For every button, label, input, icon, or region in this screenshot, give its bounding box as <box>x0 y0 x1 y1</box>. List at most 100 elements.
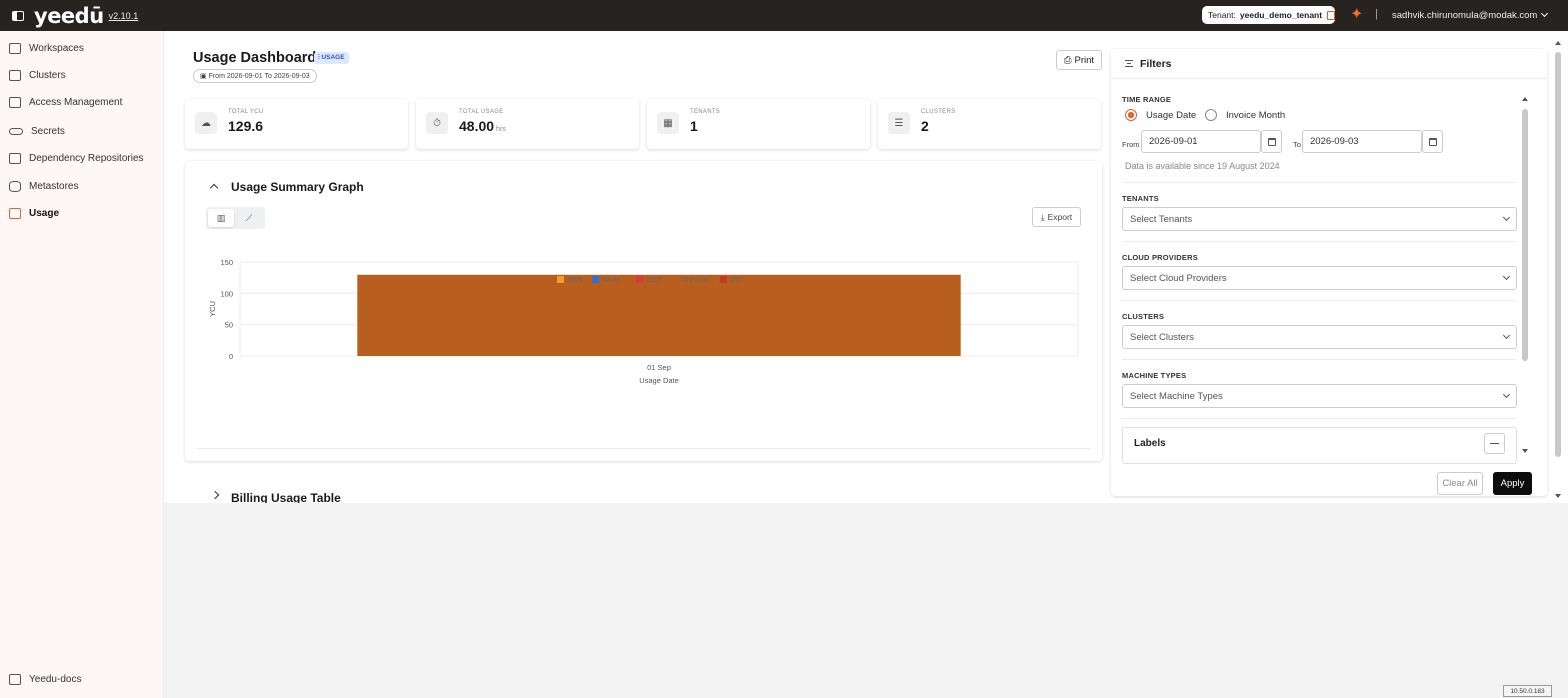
divider <box>1122 241 1516 242</box>
tenant-selector[interactable]: Tenant: yeedu_demo_tenant <box>1202 6 1335 24</box>
radio-invoice-month[interactable] <box>1205 109 1217 121</box>
app-logo[interactable]: yeedū <box>34 4 104 28</box>
usage-bar-chart: 0 50 100 150 YCU 01 Sep Usage Date AWS Azure GCP O… <box>208 258 1079 385</box>
list-icon: ☰ <box>888 112 910 134</box>
machine-types-placeholder: Select Machine Types <box>1130 390 1223 402</box>
filters-header: Filters <box>1111 49 1547 79</box>
external-link-icon[interactable] <box>1327 10 1335 20</box>
to-calendar-button[interactable] <box>1422 130 1443 153</box>
cloud-providers-select[interactable]: Select Cloud Providers <box>1122 266 1517 290</box>
scroll-thumb[interactable] <box>1522 109 1528 361</box>
chevron-down-icon <box>1502 331 1511 340</box>
sidebar-item-dependency-repositories[interactable]: Dependency Repositories <box>9 153 144 164</box>
main-scrollbar[interactable] <box>1554 39 1562 499</box>
from-date-input[interactable]: 2026-09-01 <box>1141 130 1261 153</box>
sidebar-toggle-icon[interactable] <box>12 10 24 21</box>
usage-badge: ⫶ USAGE <box>314 52 349 64</box>
divider <box>1122 182 1516 183</box>
legend-swatch-gcp <box>636 276 644 283</box>
stat-value: 2 <box>921 118 929 134</box>
sidebar-item-label: Yeedu-docs <box>29 674 82 685</box>
radio-usage-date[interactable] <box>1125 109 1137 121</box>
print-button[interactable]: ⎙ Print <box>1056 50 1102 70</box>
stat-label: TOTAL YCU <box>228 109 264 115</box>
to-label: To <box>1293 140 1301 149</box>
stat-card-tenants: ▦ TENANTS 1 <box>647 99 870 149</box>
time-range-label: TIME RANGE <box>1122 95 1172 104</box>
sidebar-item-label: Access Management <box>29 97 123 108</box>
billing-usage-table-panel[interactable]: Billing Usage Table <box>185 483 1102 503</box>
clusters-label: CLUSTERS <box>1122 312 1165 321</box>
print-label: Print <box>1074 54 1095 66</box>
legend-label-aws: AWS <box>567 277 583 284</box>
to-date-input[interactable]: 2026-09-03 <box>1302 130 1422 153</box>
chevron-right-icon[interactable] <box>210 490 220 500</box>
sidebar-item-yeedu-docs[interactable]: Yeedu-docs <box>9 674 81 685</box>
sidebar-item-label: Dependency Repositories <box>29 153 144 164</box>
stat-label: TENANTS <box>690 109 721 115</box>
y-tick-label: 50 <box>225 321 233 330</box>
database-icon <box>9 181 21 192</box>
filter-icon <box>1125 60 1133 67</box>
building-icon: ▦ <box>657 112 679 134</box>
y-tick-label: 0 <box>229 352 233 361</box>
stat-card-total-ycu: ☁ TOTAL YCU 129.6 <box>185 99 408 149</box>
filters-scrollbar[interactable] <box>1521 94 1529 456</box>
calendar-icon <box>1267 137 1276 146</box>
sidebar-item-metastores[interactable]: Metastores <box>9 181 78 192</box>
usage-badge-label: USAGE <box>321 54 345 61</box>
monitor-icon <box>9 43 21 54</box>
sidebar-item-access-management[interactable]: Access Management <box>9 97 122 108</box>
repository-icon <box>9 153 21 164</box>
sidebar-item-label: Metastores <box>29 181 79 192</box>
scroll-down-icon[interactable] <box>1522 449 1528 453</box>
calendar-icon: ▣ <box>200 73 207 80</box>
legend-label-gcp: GCP <box>646 277 662 284</box>
sidebar-item-clusters[interactable]: Clusters <box>9 70 66 81</box>
user-menu[interactable]: sadhvik.chirunomula@modak.com <box>1392 9 1549 21</box>
sidebar-item-secrets[interactable]: Secrets <box>9 126 65 137</box>
id-card-icon <box>9 97 21 108</box>
cluster-icon <box>9 70 21 81</box>
usage-summary-graph-panel: Usage Summary Graph ▥ ⟋ ⤓ Export 0 50 100 15… <box>185 161 1102 461</box>
radio-invoice-month-label[interactable]: Invoice Month <box>1226 110 1285 121</box>
collapse-minus-icon[interactable] <box>1484 433 1505 454</box>
ip-address-badge: 10.50.0.183 <box>1503 685 1552 697</box>
legend-label-oci: OCI <box>730 277 743 284</box>
chevron-down-icon <box>1502 213 1511 222</box>
cloud-icon: ☁ <box>195 112 217 134</box>
stopwatch-icon: ⏱ <box>426 112 448 134</box>
stat-card-total-usage: ⏱ TOTAL USAGE 48.00 hrs <box>416 99 639 149</box>
scroll-up-icon[interactable] <box>1555 41 1561 45</box>
scroll-up-icon[interactable] <box>1522 97 1528 101</box>
radio-usage-date-label[interactable]: Usage Date <box>1146 110 1196 121</box>
apply-button[interactable]: Apply <box>1493 472 1532 495</box>
sparkle-icon[interactable]: ✦ <box>1350 7 1363 23</box>
scroll-thumb[interactable] <box>1555 52 1561 457</box>
calendar-icon <box>1428 137 1437 146</box>
bar-onprem <box>357 274 961 356</box>
tenants-label: TENANTS <box>1122 194 1159 203</box>
from-calendar-button[interactable] <box>1261 130 1282 153</box>
clusters-select[interactable]: Select Clusters <box>1122 325 1517 349</box>
clear-all-button[interactable]: Clear All <box>1437 472 1483 495</box>
page-title: Usage Dashboard <box>193 50 317 66</box>
panel-title[interactable]: Billing Usage Table <box>231 491 341 503</box>
date-range-pill: ▣ From 2026-09-01 To 2026-09-03 <box>193 69 317 83</box>
divider <box>1122 418 1516 419</box>
chevron-down-icon <box>1502 390 1511 399</box>
legend-swatch-aws <box>557 276 564 283</box>
main-content: Usage Dashboard ⫶ USAGE ▣ From 2026-09-0… <box>164 31 1568 503</box>
sidebar-item-usage[interactable]: Usage <box>9 208 59 219</box>
x-tick-label: 01 Sep <box>647 363 671 372</box>
scroll-down-icon[interactable] <box>1555 494 1561 498</box>
version-link[interactable]: v2.10.1 <box>109 11 139 21</box>
tenants-select[interactable]: Select Tenants <box>1122 207 1517 231</box>
stat-value: 48.00 hrs <box>459 118 506 134</box>
stat-card-clusters: ☰ CLUSTERS 2 <box>878 99 1101 149</box>
sidebar-item-workspaces[interactable]: Workspaces <box>9 43 84 54</box>
chevron-down-icon <box>1502 272 1511 281</box>
machine-types-select[interactable]: Select Machine Types <box>1122 384 1517 408</box>
sidebar-item-label: Usage <box>29 208 60 219</box>
separator: | <box>1375 8 1378 20</box>
